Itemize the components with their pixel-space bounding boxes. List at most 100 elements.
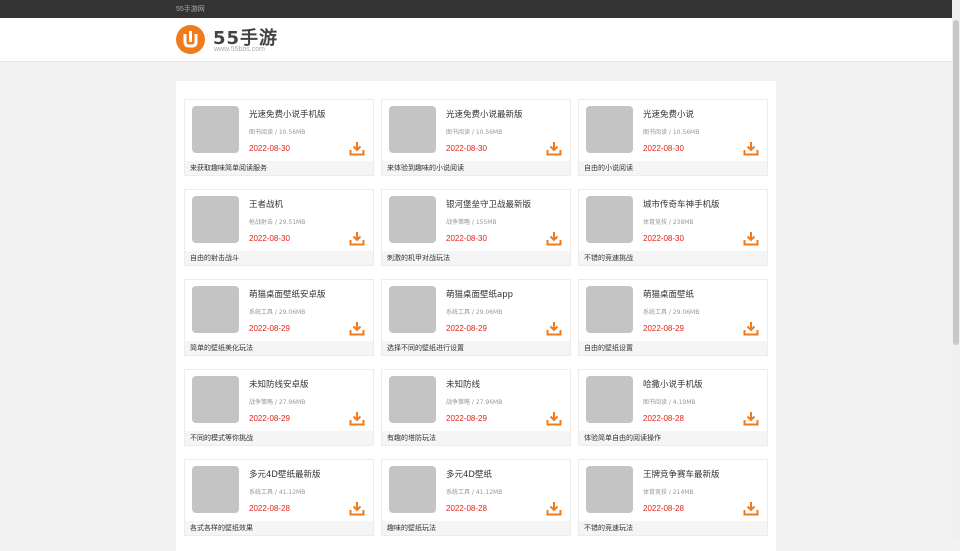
app-name[interactable]: 银河堡垒守卫战最新版 [446,198,531,210]
app-name[interactable]: 萌猫桌面壁纸 [643,288,694,300]
app-card[interactable]: 多元4D壁纸 系统工具 / 41.12MB 2022-08-28 趣味的壁纸玩法 [381,459,571,536]
app-name[interactable]: 王牌竞争赛车最新版 [643,468,720,480]
app-thumbnail[interactable] [586,196,633,243]
app-meta: 系统工具 / 41.12MB [446,489,503,496]
app-size: 10.56MB [475,129,503,136]
app-name[interactable]: 光速免费小说 [643,108,694,120]
logo-url: www.55bbs.com [214,46,265,53]
app-name[interactable]: 多元4D壁纸 [446,468,492,480]
app-date: 2022-08-30 [249,234,290,243]
download-icon[interactable] [546,231,562,246]
app-card[interactable]: 城市传奇车神手机版 体育竞技 / 238MB 2022-08-30 不错的竞速挑… [578,189,768,266]
app-thumbnail[interactable] [192,286,239,333]
app-category: 图书阅读 [643,399,668,406]
app-thumbnail[interactable] [586,466,633,513]
app-name[interactable]: 多元4D壁纸最新版 [249,468,320,480]
app-card[interactable]: 萌猫桌面壁纸安卓版 系统工具 / 29.06MB 2022-08-29 简单的壁… [184,279,374,356]
download-icon[interactable] [349,411,365,426]
app-card[interactable]: 未知防线 战争策略 / 27.96MB 2022-08-29 有趣的塔防玩法 [381,369,571,446]
app-name[interactable]: 哈撒小说手机版 [643,378,703,390]
app-thumbnail[interactable] [586,286,633,333]
app-size: 29.06MB [278,309,306,316]
app-card[interactable]: 萌猫桌面壁纸app 系统工具 / 29.06MB 2022-08-29 选择不同… [381,279,571,356]
app-meta: 图书阅读 / 10.56MB [249,129,306,136]
app-meta: 枪战射击 / 29.51MB [249,219,306,226]
app-name[interactable]: 萌猫桌面壁纸app [446,288,513,300]
app-card[interactable]: 王者战机 枪战射击 / 29.51MB 2022-08-30 自由的射击战斗 [184,189,374,266]
download-icon[interactable] [743,501,759,516]
app-date: 2022-08-29 [446,414,487,423]
app-category: 系统工具 [446,309,471,316]
download-icon[interactable] [743,411,759,426]
app-description: 简单的壁纸美化玩法 [185,341,373,355]
app-date: 2022-08-30 [446,234,487,243]
app-size: 29.51MB [278,219,306,226]
app-card[interactable]: 光速免费小说手机版 图书阅读 / 10.56MB 2022-08-30 来获取趣… [184,99,374,176]
app-name[interactable]: 萌猫桌面壁纸安卓版 [249,288,326,300]
app-category: 图书阅读 [249,129,274,136]
app-size: 29.06MB [672,309,700,316]
app-date: 2022-08-28 [446,504,487,513]
app-description: 不错的竞速玩法 [579,521,767,535]
app-description: 趣味的壁纸玩法 [382,521,570,535]
app-card[interactable]: 萌猫桌面壁纸 系统工具 / 29.06MB 2022-08-29 自由的壁纸设置 [578,279,768,356]
download-icon[interactable] [743,321,759,336]
download-icon[interactable] [546,141,562,156]
app-name[interactable]: 光速免费小说最新版 [446,108,523,120]
app-description: 体验简单自由的阅读操作 [579,431,767,445]
download-icon[interactable] [349,141,365,156]
app-card[interactable]: 光速免费小说 图书阅读 / 10.56MB 2022-08-30 自由的小说阅读 [578,99,768,176]
app-thumbnail[interactable] [192,466,239,513]
app-name[interactable]: 未知防线 [446,378,480,390]
app-card[interactable]: 王牌竞争赛车最新版 体育竞技 / 214MB 2022-08-28 不错的竞速玩… [578,459,768,536]
download-icon[interactable] [349,321,365,336]
logo-icon[interactable] [176,25,205,54]
app-name[interactable]: 王者战机 [249,198,283,210]
download-icon[interactable] [546,321,562,336]
app-meta: 图书阅读 / 10.56MB [446,129,503,136]
app-name[interactable]: 城市传奇车神手机版 [643,198,720,210]
app-category: 战争策略 [249,399,274,406]
app-card[interactable]: 银河堡垒守卫战最新版 战争策略 / 155MB 2022-08-30 刺激的机甲… [381,189,571,266]
site-home-link[interactable]: 55手游网 [176,4,205,14]
app-date: 2022-08-28 [643,504,684,513]
app-date: 2022-08-29 [643,324,684,333]
download-icon[interactable] [349,231,365,246]
app-thumbnail[interactable] [192,106,239,153]
app-description: 刺激的机甲对战玩法 [382,251,570,265]
app-thumbnail[interactable] [389,286,436,333]
app-size: 214MB [672,489,694,496]
app-thumbnail[interactable] [389,196,436,243]
app-date: 2022-08-29 [249,414,290,423]
app-name[interactable]: 未知防线安卓版 [249,378,309,390]
app-category: 体育竞技 [643,489,668,496]
app-thumbnail[interactable] [192,196,239,243]
app-size: 27.96MB [278,399,306,406]
app-card[interactable]: 未知防线安卓版 战争策略 / 27.96MB 2022-08-29 不同的模式等… [184,369,374,446]
download-icon[interactable] [349,501,365,516]
app-card[interactable]: 多元4D壁纸最新版 系统工具 / 41.12MB 2022-08-28 各式各样… [184,459,374,536]
download-icon[interactable] [743,231,759,246]
app-category: 战争策略 [446,219,471,226]
app-thumbnail[interactable] [389,106,436,153]
app-thumbnail[interactable] [389,376,436,423]
app-meta: 战争策略 / 155MB [446,219,497,226]
app-description: 选择不同的壁纸进行设置 [382,341,570,355]
app-card[interactable]: 哈撒小说手机版 图书阅读 / 4.19MB 2022-08-28 体验简单自由的… [578,369,768,446]
download-icon[interactable] [546,411,562,426]
app-thumbnail[interactable] [389,466,436,513]
download-icon[interactable] [743,141,759,156]
app-description: 自由的壁纸设置 [579,341,767,355]
app-thumbnail[interactable] [192,376,239,423]
scrollbar-thumb[interactable] [953,20,959,345]
app-date: 2022-08-30 [643,144,684,153]
app-meta: 图书阅读 / 4.19MB [643,399,696,406]
app-thumbnail[interactable] [586,106,633,153]
download-icon[interactable] [546,501,562,516]
app-meta: 系统工具 / 29.06MB [446,309,503,316]
app-thumbnail[interactable] [586,376,633,423]
app-description: 有趣的塔防玩法 [382,431,570,445]
app-card[interactable]: 光速免费小说最新版 图书阅读 / 10.56MB 2022-08-30 来体验到… [381,99,571,176]
app-name[interactable]: 光速免费小说手机版 [249,108,326,120]
page-scrollbar[interactable] [952,0,960,540]
